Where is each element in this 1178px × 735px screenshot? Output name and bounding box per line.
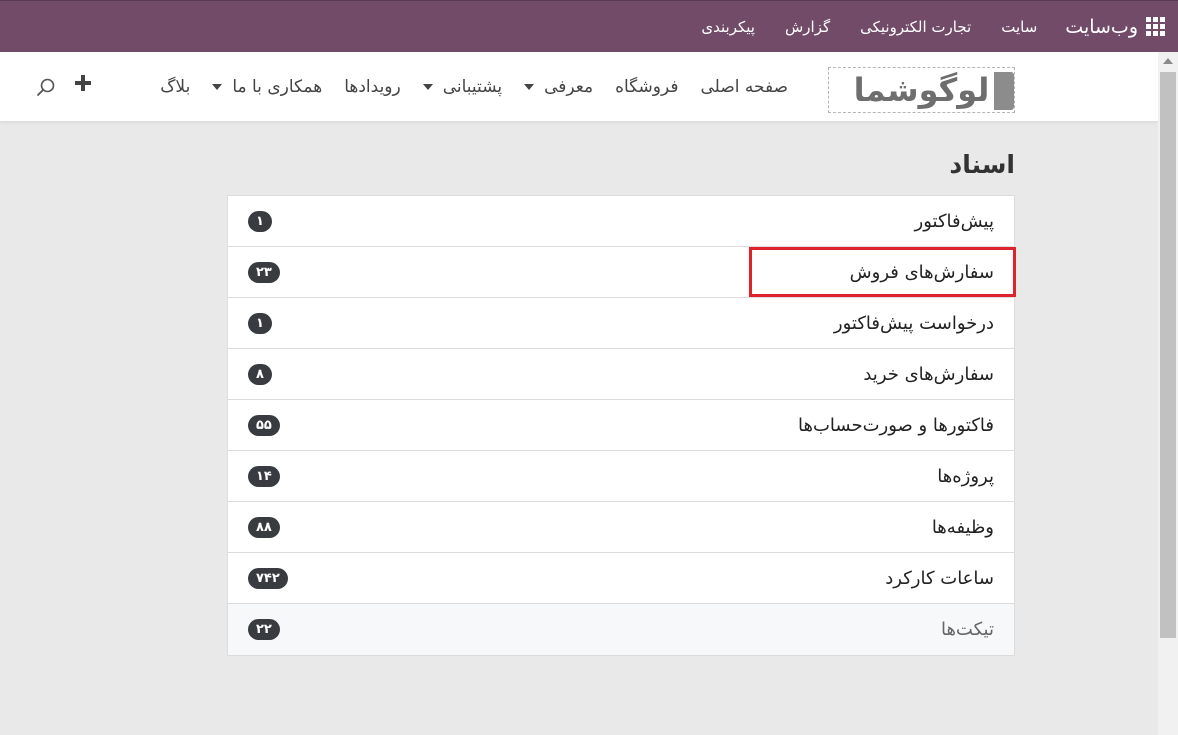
nav-events-label: رویدادها (344, 77, 401, 97)
list-item-tickets[interactable]: ۲۲ تیکت‌ها (228, 604, 1014, 655)
nav-support[interactable]: پشتیبانی (422, 77, 503, 97)
chevron-down-icon (422, 84, 433, 90)
page-scrollbar[interactable] (1158, 52, 1178, 735)
topbar-menu-ecommerce[interactable]: تجارت الکترونیکی (860, 18, 971, 36)
search-icon[interactable] (35, 76, 57, 98)
count-badge: ۸۸ (248, 516, 280, 538)
list-item-label: تیکت‌ها (940, 619, 994, 640)
list-item-label: سفارش‌های فروش (849, 261, 994, 283)
list-item-sales-orders[interactable]: ۲۳ سفارش‌های فروش (228, 247, 1016, 298)
apps-grid-icon[interactable] (1146, 16, 1166, 37)
count-badge: ۲۳ (248, 261, 280, 283)
list-item-label: ساعات کارکرد (885, 567, 994, 589)
nav-shop-label: فروشگاه (615, 77, 679, 97)
list-item-label: فاکتورها و صورت‌حساب‌ها (797, 414, 994, 436)
topbar-menu-report[interactable]: گزارش (785, 18, 830, 36)
list-item-label: سفارش‌های خرید (863, 363, 994, 385)
list-item-quotations[interactable]: ۱ پیش‌فاکتور (228, 196, 1014, 247)
list-item-label: درخواست پیش‌فاکتور (833, 312, 994, 334)
list-item-purchase-orders[interactable]: ۸ سفارش‌های خرید (228, 349, 1014, 400)
admin-topbar: وب‌سایت سایت تجارت الکترونیکی گزارش پیکر… (0, 0, 1178, 52)
nav-about[interactable]: معرفی (524, 77, 593, 97)
scroll-up-icon[interactable] (1163, 58, 1173, 64)
logo-text: لوگوشما (853, 71, 991, 109)
list-item-label: پروژه‌ها (937, 465, 994, 487)
nav-support-label: پشتیبانی (442, 77, 503, 97)
topbar-brand[interactable]: وب‌سایت (1065, 16, 1138, 38)
scrollbar-thumb[interactable] (1160, 72, 1176, 638)
list-item-projects[interactable]: ۱۴ پروژه‌ها (228, 451, 1014, 502)
nav-careers[interactable]: همکاری با ما (212, 77, 322, 97)
nav-blog-label: بلاگ (160, 77, 191, 97)
list-item-tasks[interactable]: ۸۸ وظیفه‌ها (228, 502, 1014, 553)
nav-blog[interactable]: بلاگ (160, 77, 190, 97)
nav-careers-label: همکاری با ما (232, 77, 323, 97)
count-badge: ۲۲ (248, 619, 280, 640)
nav-home[interactable]: صفحه اصلی (701, 77, 788, 97)
count-badge: ۷۴۲ (248, 567, 288, 589)
list-item-label: پیش‌فاکتور (914, 210, 994, 232)
count-badge: ۱ (248, 312, 272, 334)
main-nav: صفحه اصلی فروشگاه معرفی پشتیبانی رویداده… (138, 52, 788, 122)
count-badge: ۸ (248, 363, 272, 385)
topbar-menu-config[interactable]: پیکربندی (701, 18, 755, 36)
documents-list: ۱ پیش‌فاکتور ۲۳ سفارش‌های فروش ۱ درخواست… (227, 195, 1016, 656)
logo-mark (994, 72, 1014, 110)
list-item-rfq[interactable]: ۱ درخواست پیش‌فاکتور (228, 298, 1014, 349)
chevron-down-icon (524, 84, 535, 90)
chevron-down-icon (212, 84, 223, 90)
page-title: اسناد (949, 150, 1015, 179)
list-item-label: وظیفه‌ها (931, 516, 994, 538)
nav-events[interactable]: رویدادها (344, 77, 401, 97)
plus-icon[interactable] (74, 74, 92, 92)
list-item-invoices[interactable]: ۵۵ فاکتورها و صورت‌حساب‌ها (228, 400, 1014, 451)
count-badge: ۵۵ (248, 414, 280, 436)
site-logo[interactable]: لوگوشما (828, 67, 1015, 113)
nav-about-label: معرفی (544, 77, 594, 97)
nav-shop[interactable]: فروشگاه (615, 77, 678, 97)
list-item-timesheets[interactable]: ۷۴۲ ساعات کارکرد (228, 553, 1014, 604)
count-badge: ۱۴ (248, 465, 280, 487)
website-header: لوگوشما صفحه اصلی فروشگاه معرفی پشتیبانی… (0, 52, 1158, 122)
topbar-menu-site[interactable]: سایت (1001, 18, 1037, 36)
count-badge: ۱ (248, 210, 272, 232)
nav-home-label: صفحه اصلی (700, 77, 788, 97)
